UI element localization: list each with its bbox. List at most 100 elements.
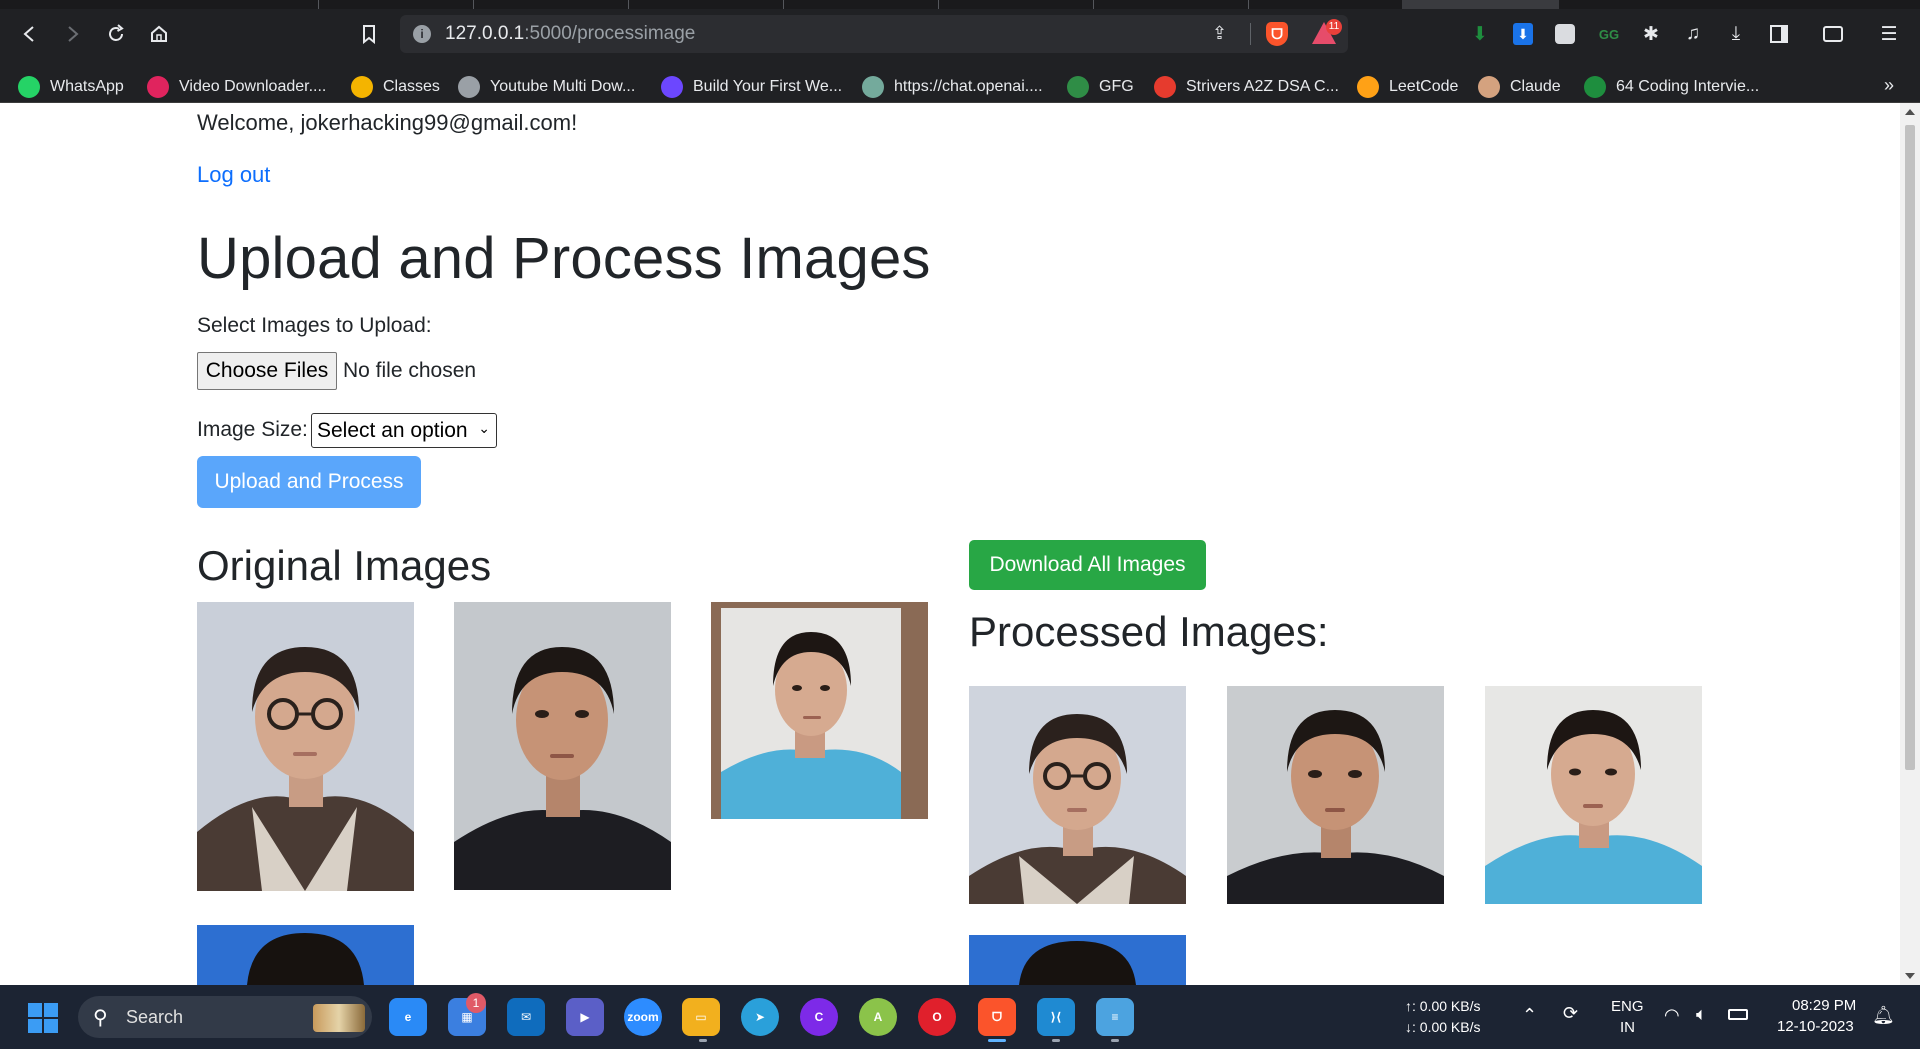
- edge-preview-icon[interactable]: e: [389, 998, 427, 1036]
- bookmark-item[interactable]: GFG: [1067, 75, 1134, 99]
- address-bar[interactable]: i 127.0.0.1:5000/processimage ⇪ ᗜ 11: [400, 15, 1348, 53]
- brave-active-indicator: [988, 1039, 1006, 1042]
- page-title: Upload and Process Images: [197, 226, 931, 291]
- share-icon[interactable]: ⇪: [1212, 23, 1227, 44]
- bookmark-item[interactable]: 64 Coding Intervie...: [1584, 75, 1759, 99]
- windows-start-icon[interactable]: [28, 1003, 58, 1033]
- bookmark-item[interactable]: Build Your First We...: [661, 75, 842, 99]
- bookmark-label: Classes: [383, 78, 440, 95]
- zoom-icon[interactable]: zoom: [624, 998, 662, 1036]
- brave-shields-icon[interactable]: ᗜ: [1266, 22, 1288, 46]
- clock-time[interactable]: 08:29 PM: [1792, 997, 1856, 1014]
- url-text[interactable]: 127.0.0.1:5000/processimage: [445, 23, 695, 45]
- choose-files-button[interactable]: Choose Files: [197, 352, 337, 390]
- downloader-extension-icon[interactable]: ⬇: [1510, 21, 1536, 47]
- mail-icon[interactable]: ✉: [507, 998, 545, 1036]
- scrollbar-thumb[interactable]: [1905, 125, 1915, 770]
- notification-bell-icon[interactable]: 🔔︎: [1872, 1005, 1895, 1026]
- download-arrow-extension-icon[interactable]: ⬇: [1467, 21, 1493, 47]
- welcome-message: Welcome, jokerhacking99@gmail.com!: [197, 110, 578, 135]
- classroom-icon: [351, 76, 373, 98]
- downloads-icon[interactable]: ⤓: [1723, 21, 1749, 47]
- image-size-select[interactable]: Select an option ⌄: [311, 413, 497, 448]
- bookmark-item[interactable]: Strivers A2Z DSA C...: [1154, 75, 1339, 99]
- gfg-icon: [1067, 76, 1089, 98]
- telegram-icon[interactable]: ➤: [741, 998, 779, 1036]
- scroll-down-icon[interactable]: [1905, 973, 1915, 979]
- anthropic-icon: [1478, 76, 1500, 98]
- image-size-selected-value: Select an option: [317, 418, 468, 442]
- processed-image-1: [969, 686, 1186, 904]
- bookmark-label: Claude: [1510, 78, 1561, 95]
- processed-image-4: [969, 935, 1186, 985]
- original-image-1: [197, 602, 414, 891]
- battery-icon[interactable]: [1728, 1004, 1748, 1025]
- whatsapp-icon: [18, 76, 40, 98]
- clock-date[interactable]: 12-10-2023: [1777, 1018, 1854, 1035]
- back-icon[interactable]: [16, 20, 44, 48]
- original-images-heading: Original Images: [197, 542, 492, 589]
- file-explorer-icon[interactable]: ▭: [682, 998, 720, 1036]
- vscode-running-indicator: [1052, 1039, 1060, 1042]
- sync-icon[interactable]: ⟳: [1563, 1003, 1578, 1024]
- media-controls-icon[interactable]: ♫: [1680, 21, 1706, 47]
- home-icon[interactable]: [145, 20, 173, 48]
- original-image-3: [711, 602, 928, 819]
- site-info-icon[interactable]: i: [413, 25, 431, 43]
- opera-icon[interactable]: O: [918, 998, 956, 1036]
- bookmark-label: WhatsApp: [50, 78, 124, 95]
- search-highlight-image: [313, 1004, 365, 1032]
- copilot-icon[interactable]: ▶: [566, 998, 604, 1036]
- bookmark-item[interactable]: Video Downloader....: [147, 75, 326, 99]
- logout-link[interactable]: Log out: [197, 162, 270, 188]
- windows-taskbar: ⚲ Search e ▦ 1 ✉ ▶ zoom ▭ ➤ C A O ᗜ ⟩⟨ ≡…: [0, 985, 1920, 1049]
- gfg-extension-icon[interactable]: GG: [1596, 21, 1622, 47]
- reload-icon[interactable]: [102, 20, 130, 48]
- page-scrollbar[interactable]: [1900, 103, 1920, 985]
- select-images-label: Select Images to Upload:: [197, 314, 432, 337]
- file-explorer-running-indicator: [699, 1039, 707, 1042]
- bookmark-item[interactable]: Youtube Multi Dow...: [458, 75, 635, 99]
- bookmark-page-icon: [1584, 76, 1606, 98]
- android-studio-icon[interactable]: A: [859, 998, 897, 1036]
- notification-badge: 1: [466, 993, 486, 1013]
- chevron-down-icon: ⌄: [478, 420, 490, 436]
- volume-icon[interactable]: 🔈︎: [1696, 1004, 1707, 1025]
- bookmark-label: https://chat.openai....: [894, 78, 1043, 95]
- wifi-icon[interactable]: ◠: [1664, 1005, 1680, 1026]
- urlbar-divider: [1250, 23, 1251, 45]
- active-tab[interactable]: [1402, 0, 1559, 9]
- bookmarks-overflow-icon[interactable]: »: [1884, 75, 1894, 96]
- wallet-icon[interactable]: [1820, 21, 1846, 47]
- taskbar-search[interactable]: ⚲ Search: [78, 996, 372, 1038]
- notepad-icon[interactable]: ≡: [1096, 998, 1134, 1036]
- touch-extension-icon[interactable]: [1552, 21, 1578, 47]
- upload-and-process-button[interactable]: Upload and Process: [197, 456, 421, 508]
- download-all-images-button[interactable]: Download All Images: [969, 540, 1206, 590]
- canva-icon[interactable]: C: [800, 998, 838, 1036]
- bookmark-item[interactable]: https://chat.openai....: [862, 75, 1043, 99]
- web-page: Welcome, jokerhacking99@gmail.com! Log o…: [0, 103, 1900, 985]
- chevron-up-icon[interactable]: ⌃: [1522, 1005, 1537, 1026]
- processed-image-2: [1227, 686, 1444, 904]
- image-size-label: Image Size:: [197, 418, 308, 441]
- menu-icon[interactable]: ☰: [1876, 21, 1902, 47]
- search-icon: ⚲: [93, 1007, 108, 1029]
- region-indicator[interactable]: IN: [1620, 1019, 1635, 1036]
- brave-browser-icon[interactable]: ᗜ: [978, 998, 1016, 1036]
- notepad-running-indicator: [1111, 1039, 1119, 1042]
- bookmark-label: Build Your First We...: [693, 78, 843, 95]
- bookmark-icon[interactable]: [355, 20, 383, 48]
- extensions-puzzle-icon[interactable]: ✱: [1638, 21, 1664, 47]
- bookmark-item[interactable]: WhatsApp: [18, 75, 124, 99]
- bookmark-item[interactable]: LeetCode: [1357, 75, 1458, 99]
- bookmark-item[interactable]: Classes: [351, 75, 440, 99]
- language-indicator[interactable]: ENG: [1611, 998, 1644, 1015]
- browser-toolbar: i 127.0.0.1:5000/processimage ⇪ ᗜ 11 ⬇ ⬇…: [0, 0, 1920, 70]
- bookmark-label: LeetCode: [1389, 78, 1459, 95]
- sidebar-icon[interactable]: [1766, 21, 1792, 47]
- bookmark-item[interactable]: Claude: [1478, 75, 1561, 99]
- forward-icon[interactable]: [58, 20, 86, 48]
- vscode-icon[interactable]: ⟩⟨: [1037, 998, 1075, 1036]
- scroll-up-icon[interactable]: [1905, 109, 1915, 115]
